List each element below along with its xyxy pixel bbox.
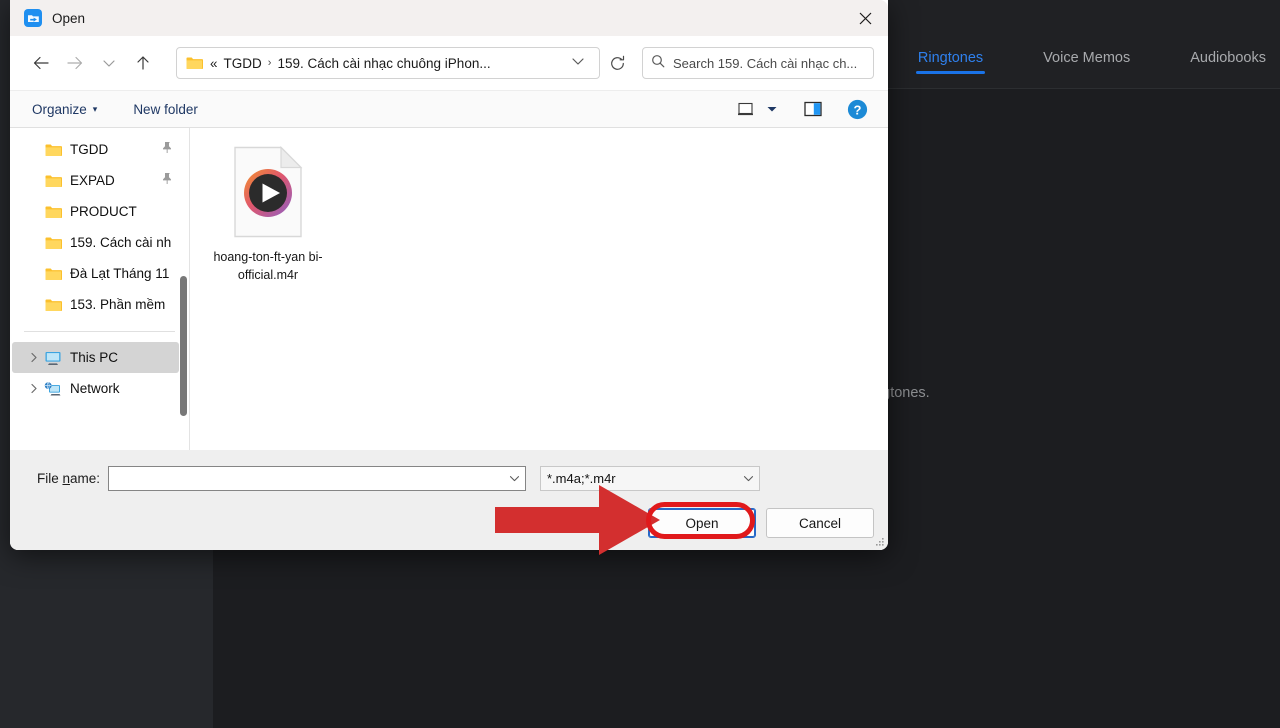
command-bar-right-group: ? [732,96,874,122]
breadcrumb-item-1[interactable]: 159. Cách cài nhạc chuông iPhon... [277,56,490,71]
navigation-pane: TGDD EXPAD PRODUCT 159. Cách cài nh Đà L… [10,128,190,450]
back-button[interactable] [24,48,58,78]
cancel-button[interactable]: Cancel [766,508,874,538]
resize-grip[interactable] [873,535,885,547]
search-icon [651,54,665,73]
open-file-dialog: Open « TGDD › 159. Cách cài nhạc chuông … [10,0,888,550]
folder-icon [186,56,203,70]
folder-icon [42,298,64,312]
new-folder-button[interactable]: New folder [125,98,206,121]
refresh-icon[interactable] [600,47,634,79]
breadcrumb: « TGDD › 159. Cách cài nhạc chuông iPhon… [210,56,563,71]
this-pc-icon [42,350,64,366]
navigation-bar: « TGDD › 159. Cách cài nhạc chuông iPhon… [10,36,888,90]
sidebar-scrollbar[interactable] [180,276,187,416]
sidebar-item-network[interactable]: Network [12,373,179,404]
sidebar-item-expad[interactable]: EXPAD [12,165,179,196]
tab-ringtones[interactable]: Ringtones [915,50,986,88]
sidebar-item-label: This PC [70,350,119,365]
sidebar-item-label: Network [70,381,120,396]
file-item-name: hoang-ton-ft-yan bi-official.m4r [213,250,323,283]
media-file-icon [233,146,303,238]
network-icon [42,381,64,397]
sidebar-item-product[interactable]: PRODUCT [12,196,179,227]
sidebar-separator [24,331,175,332]
tab-voice-memos[interactable]: Voice Memos [1043,50,1130,88]
folder-icon [42,205,64,219]
open-folder-arrow-icon [24,9,42,27]
forward-button[interactable] [58,48,92,78]
sidebar-item-label: 159. Cách cài nh [70,235,172,250]
sidebar-item-tgdd[interactable]: TGDD [12,134,179,165]
dialog-titlebar: Open [10,0,888,36]
file-list-pane[interactable]: hoang-ton-ft-yan bi-official.m4r [190,128,888,450]
breadcrumb-separator: › [267,57,272,69]
chevron-down-icon[interactable] [505,474,523,483]
up-button[interactable] [126,48,160,78]
dialog-footer: File name: *.m4a;*.m4r Open Cancel [10,450,888,550]
expand-chevron-right-icon[interactable] [26,352,42,363]
dialog-body: TGDD EXPAD PRODUCT 159. Cách cài nh Đà L… [10,128,888,450]
filename-row: File name: *.m4a;*.m4r [24,466,874,491]
pin-icon[interactable] [155,141,173,159]
preview-pane-icon[interactable] [800,96,826,122]
dialog-title: Open [52,10,86,26]
tab-audiobooks[interactable]: Audiobooks [1190,50,1266,88]
breadcrumb-overflow[interactable]: « [210,56,218,71]
address-bar[interactable]: « TGDD › 159. Cách cài nhạc chuông iPhon… [176,47,600,79]
sidebar-item-label: EXPAD [70,173,115,188]
chevron-down-icon: ▾ [92,103,98,114]
breadcrumb-item-0[interactable]: TGDD [224,56,262,71]
folder-icon [42,236,64,250]
help-circle-icon[interactable]: ? [844,96,870,122]
filename-label-accel: n [62,471,70,486]
svg-text:?: ? [853,102,861,117]
close-icon[interactable] [842,0,888,36]
search-input[interactable]: Search 159. Cách cài nhạc ch... [642,47,874,79]
new-folder-label: New folder [133,101,198,117]
organize-button[interactable]: Organize ▾ [24,98,105,121]
filename-label: File name: [24,471,100,486]
sidebar-item-label: TGDD [70,142,109,157]
folder-icon [42,267,64,281]
sidebar-item-159-cach-cai-nh[interactable]: 159. Cách cài nh [12,227,179,258]
folder-icon [42,143,64,157]
dialog-button-row: Open Cancel [648,508,874,538]
file-type-filter-select[interactable]: *.m4a;*.m4r [540,466,760,491]
filename-label-prefix: File [36,471,63,486]
file-type-filter-value: *.m4a;*.m4r [547,471,616,486]
sidebar-item-label: Đà Lạt Tháng 11 [70,266,170,281]
folder-icon [42,174,64,188]
sidebar-item-label: PRODUCT [70,204,137,219]
open-button[interactable]: Open [648,508,756,538]
command-bar: Organize ▾ New folder ? [10,90,888,128]
recent-locations-button[interactable] [92,48,126,78]
sidebar-item-this-pc[interactable]: This PC [12,342,179,373]
filename-input[interactable] [108,466,526,491]
filename-label-suffix: ame: [69,471,100,486]
chevron-down-icon[interactable] [563,54,593,72]
view-dropdown-chevron-down-icon[interactable] [762,96,782,122]
organize-label: Organize [32,101,87,117]
pin-icon[interactable] [155,172,173,190]
chevron-down-icon[interactable] [739,474,757,483]
search-placeholder-text: Search 159. Cách cài nhạc ch... [673,55,858,71]
sidebar-item-da-lat-thang-11[interactable]: Đà Lạt Tháng 11 [12,258,179,289]
sidebar-item-label: 153. Phần mềm [70,297,166,312]
expand-chevron-right-icon[interactable] [26,383,42,394]
view-layout-icon[interactable] [732,96,758,122]
file-item[interactable]: hoang-ton-ft-yan bi-official.m4r [212,146,324,284]
sidebar-item-153-phan-mem[interactable]: 153. Phần mềm [12,289,179,320]
